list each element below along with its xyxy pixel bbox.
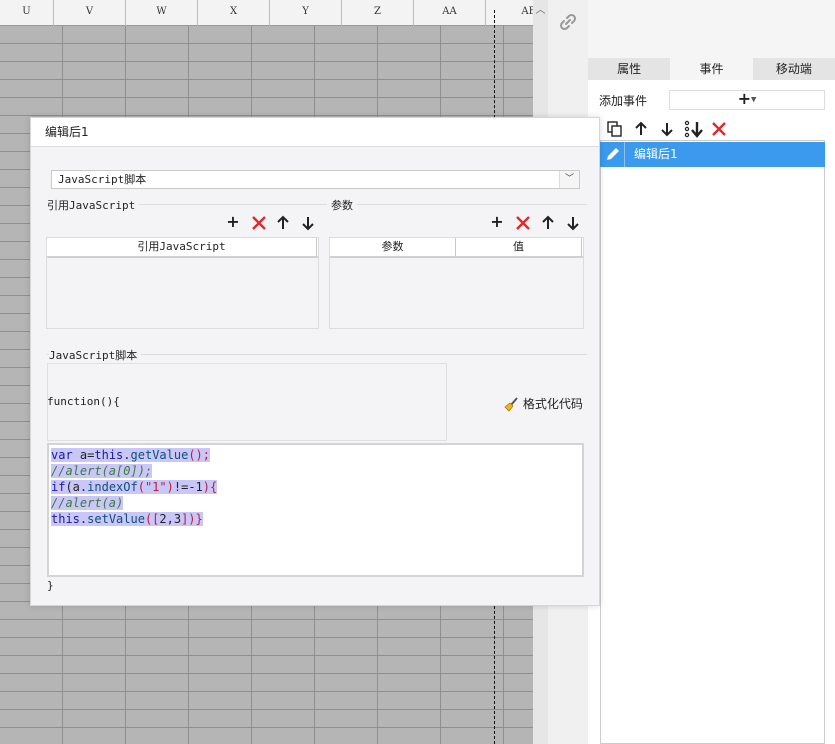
- ref-js-table: 引用JavaScript: [46, 237, 319, 329]
- add-event-label: 添加事件: [599, 94, 648, 108]
- params-section-label: 参数: [331, 197, 357, 213]
- event-list-item[interactable]: 编辑后1: [600, 142, 825, 167]
- dialog-title: 编辑后1: [45, 125, 89, 139]
- script-type-value: JavaScript脚本: [58, 173, 147, 186]
- column-header-w[interactable]: W: [126, 0, 198, 26]
- chevron-down-icon[interactable]: ﹀: [559, 171, 579, 188]
- arrow-up-icon[interactable]: [632, 120, 650, 138]
- dialog-title-bar[interactable]: 编辑后1: [31, 118, 599, 147]
- caret-down-icon: ▼: [751, 95, 757, 104]
- section-divider: [331, 204, 587, 205]
- add-ref-button[interactable]: +: [224, 213, 242, 231]
- scroll-up-icon[interactable]: ︿: [533, 4, 548, 18]
- code-line: if(a.indexOf("1")!=-1){: [51, 480, 218, 494]
- event-list: [600, 117, 825, 744]
- delete-icon[interactable]: [710, 120, 728, 138]
- plus-icon: +: [226, 212, 240, 231]
- ref-js-column-header[interactable]: 引用JavaScript: [47, 238, 317, 256]
- right-panel-header: [588, 0, 835, 58]
- add-param-button[interactable]: +: [488, 213, 506, 231]
- add-event-button[interactable]: +▼: [669, 90, 825, 110]
- column-header-v[interactable]: V: [54, 0, 126, 26]
- code-line: //alert(a): [51, 496, 124, 510]
- delete-ref-button[interactable]: [250, 214, 268, 232]
- param-column-header[interactable]: 参数: [330, 238, 456, 256]
- script-type-select[interactable]: JavaScript脚本 ﹀: [51, 170, 580, 189]
- tab-mobile[interactable]: 移动端: [753, 58, 835, 80]
- copy-icon[interactable]: [606, 120, 624, 138]
- tab-properties[interactable]: 属性: [588, 58, 670, 80]
- code-line: var a=this.getValue();: [51, 448, 210, 462]
- plus-icon: +: [490, 212, 504, 231]
- value-column-header[interactable]: 值: [456, 238, 582, 256]
- column-header-x[interactable]: X: [198, 0, 270, 26]
- code-line: //alert(a[0]);: [51, 464, 153, 478]
- param-up-arrow-icon[interactable]: [539, 214, 557, 232]
- column-header-aa[interactable]: AA: [414, 0, 486, 26]
- param-down-arrow-icon[interactable]: [564, 214, 582, 232]
- plus-icon: +: [737, 89, 751, 108]
- column-header-row: U V W X Y Z AA AB: [0, 0, 548, 26]
- column-header-z[interactable]: Z: [342, 0, 414, 26]
- delete-param-button[interactable]: [514, 214, 532, 232]
- edit-event-dialog: 编辑后1 JavaScript脚本 ﹀ 引用JavaScript + 引用Jav…: [30, 117, 600, 606]
- arrow-down-icon[interactable]: [658, 120, 676, 138]
- function-closing-brace: }: [47, 579, 54, 592]
- function-header-text: function(){: [47, 395, 120, 408]
- ref-up-arrow-icon[interactable]: [274, 214, 292, 232]
- tab-events[interactable]: 事件: [670, 58, 753, 80]
- ref-js-table-header: 引用JavaScript: [47, 238, 318, 258]
- format-code-button[interactable]: 格式化代码: [503, 395, 583, 413]
- column-header-y[interactable]: Y: [270, 0, 342, 26]
- format-code-label: 格式化代码: [522, 397, 583, 411]
- event-toolbar: [600, 117, 825, 141]
- code-editor[interactable]: var a=this.getValue(); //alert(a[0]); if…: [47, 443, 584, 577]
- pencil-icon[interactable]: [604, 145, 622, 163]
- broom-icon: [504, 396, 518, 412]
- move-to-bottom-icon[interactable]: [684, 120, 704, 138]
- event-item-label: 编辑后1: [634, 147, 678, 161]
- script-section-label: JavaScript脚本: [49, 347, 142, 363]
- params-table: 参数 值: [329, 237, 584, 329]
- link-icon[interactable]: [558, 12, 578, 32]
- ref-down-arrow-icon[interactable]: [299, 214, 317, 232]
- ref-js-section-label: 引用JavaScript: [47, 197, 140, 213]
- params-table-header: 参数 值: [330, 238, 583, 258]
- item-divider: [624, 142, 625, 167]
- column-header-u[interactable]: U: [0, 0, 54, 26]
- panel-tabs: 属性 事件 移动端: [588, 58, 835, 80]
- code-line: this.setValue([2,3])}: [51, 512, 203, 526]
